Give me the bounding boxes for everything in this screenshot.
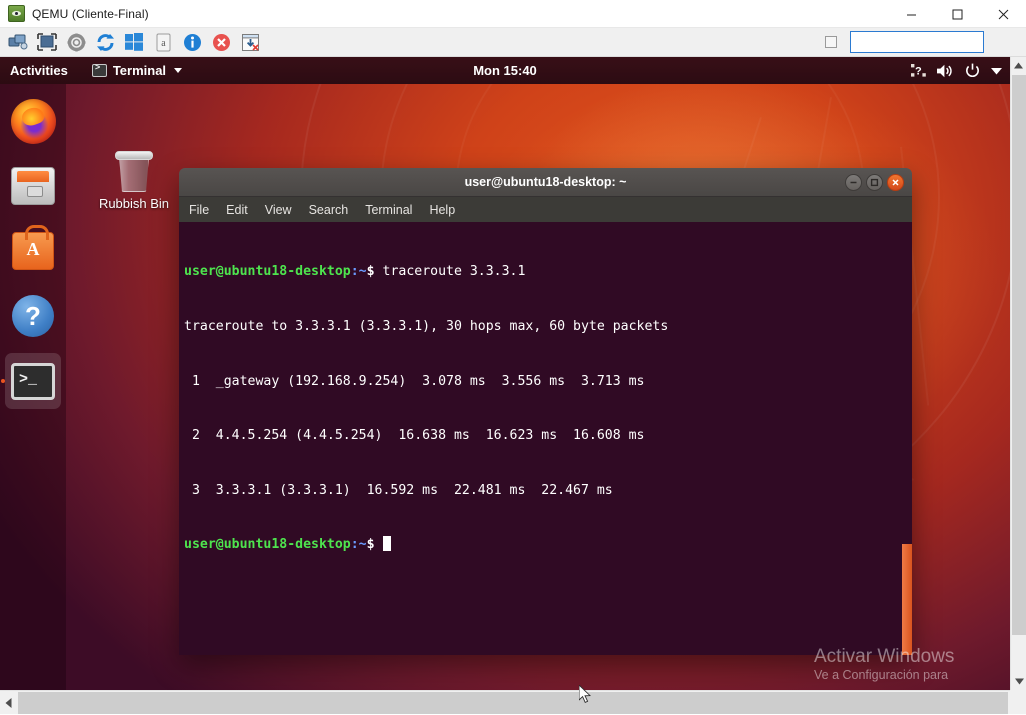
desktop-icon-label: Rubbish Bin: [96, 196, 172, 211]
menu-terminal[interactable]: Terminal: [365, 203, 412, 217]
help-icon: ?: [12, 295, 54, 337]
dock-item-files[interactable]: [5, 158, 61, 214]
capture-window-icon[interactable]: [237, 30, 263, 55]
terminal-title: user@ubuntu18-desktop: ~: [465, 175, 627, 189]
close-button[interactable]: [980, 0, 1026, 28]
fullscreen-icon[interactable]: [34, 30, 60, 55]
files-icon: [11, 167, 55, 205]
dock-item-terminal[interactable]: [5, 353, 61, 409]
terminal-titlebar[interactable]: user@ubuntu18-desktop: ~: [179, 168, 912, 197]
status-area[interactable]: ?: [911, 63, 1002, 78]
host-toolbar: a: [0, 28, 1026, 57]
terminal-command: traceroute 3.3.3.1: [375, 264, 526, 279]
windows-icon[interactable]: [121, 30, 147, 55]
prompt-symbol: $: [367, 537, 375, 552]
minimize-button[interactable]: [888, 0, 934, 28]
prompt-path: :~: [351, 537, 367, 552]
dock-item-software[interactable]: [5, 223, 61, 279]
terminal-line: 2 4.4.5.254 (4.4.5.254) 16.638 ms 16.623…: [184, 427, 904, 445]
terminal-minimize-button[interactable]: [845, 174, 862, 191]
mouse-cursor: [579, 685, 591, 704]
document-icon[interactable]: a: [150, 30, 176, 55]
dock-item-firefox[interactable]: [5, 93, 61, 149]
scrollbar-corner: [1010, 690, 1026, 714]
terminal-line: traceroute to 3.3.3.1 (3.3.3.1), 30 hops…: [184, 318, 904, 336]
terminal-output-area[interactable]: user@ubuntu18-desktop:~$ traceroute 3.3.…: [179, 222, 912, 655]
menu-search[interactable]: Search: [309, 203, 349, 217]
terminal-line: 1 _gateway (192.168.9.254) 3.078 ms 3.55…: [184, 373, 904, 391]
menu-help[interactable]: Help: [429, 203, 455, 217]
terminal-icon: [11, 363, 55, 400]
terminal-scrollbar[interactable]: [902, 544, 912, 655]
prompt-user: user@ubuntu18-desktop: [184, 537, 351, 552]
terminal-line: user@ubuntu18-desktop:~$ traceroute 3.3.…: [184, 263, 904, 281]
chevron-down-icon[interactable]: [991, 67, 1002, 75]
terminal-cursor: [383, 536, 391, 551]
terminal-window[interactable]: user@ubuntu18-desktop: ~ File Edit Vie: [179, 168, 912, 655]
host-window-controls: [888, 0, 1026, 28]
toolbar-text-input[interactable]: [850, 31, 984, 53]
host-window-title: QEMU (Cliente-Final): [32, 7, 149, 21]
toolbar-checkbox[interactable]: [825, 36, 837, 48]
refresh-icon[interactable]: [92, 30, 118, 55]
horizontal-scrollbar[interactable]: [0, 690, 1026, 714]
terminal-close-button[interactable]: [887, 174, 904, 191]
qemu-host-window: QEMU (Cliente-Final): [0, 0, 1026, 714]
dock-item-help[interactable]: ?: [5, 288, 61, 344]
machine-icon[interactable]: [5, 30, 31, 55]
scroll-up-arrow-icon[interactable]: [1011, 57, 1026, 74]
horizontal-scroll-thumb[interactable]: [18, 692, 1008, 714]
terminal-maximize-button[interactable]: [866, 174, 883, 191]
prompt-symbol: $: [367, 264, 375, 279]
cancel-icon[interactable]: [208, 30, 234, 55]
terminal-line: user@ubuntu18-desktop:~$: [184, 536, 904, 554]
maximize-button[interactable]: [934, 0, 980, 28]
qemu-icon: [8, 5, 25, 22]
desktop-icon-rubbish-bin[interactable]: Rubbish Bin: [96, 149, 172, 211]
ubuntu-software-icon: [12, 232, 54, 270]
vertical-scrollbar[interactable]: [1010, 57, 1026, 690]
gnome-topbar: Activities Terminal Mon 15:40 ?: [0, 57, 1010, 84]
watermark-line-2: Ve a Configuración para: [814, 668, 1004, 684]
clock[interactable]: Mon 15:40: [0, 63, 1010, 78]
watermark-line-1: Activar Windows: [814, 645, 1004, 669]
terminal-window-controls: [845, 168, 904, 197]
prompt-user: user@ubuntu18-desktop: [184, 264, 351, 279]
power-icon[interactable]: [965, 63, 980, 78]
trash-icon: [115, 149, 153, 193]
volume-icon[interactable]: [937, 64, 954, 78]
svg-text:a: a: [161, 38, 166, 49]
terminal-menubar: File Edit View Search Terminal Help: [179, 197, 912, 222]
keyboard-input-icon[interactable]: ?: [911, 64, 926, 77]
running-indicator-dot: [1, 379, 5, 383]
windows-activation-watermark: Activar Windows Ve a Configuración para: [814, 645, 1004, 684]
settings-gear-icon[interactable]: [63, 30, 89, 55]
ubuntu-dock: ?: [0, 84, 66, 690]
menu-edit[interactable]: Edit: [226, 203, 248, 217]
info-icon[interactable]: [179, 30, 205, 55]
menu-file[interactable]: File: [189, 203, 209, 217]
menu-view[interactable]: View: [265, 203, 292, 217]
host-titlebar: QEMU (Cliente-Final): [0, 0, 1026, 28]
scroll-left-arrow-icon[interactable]: [0, 691, 17, 715]
prompt-path: :~: [351, 264, 367, 279]
firefox-icon: [11, 99, 56, 144]
toolbar-right-group: [825, 31, 984, 53]
vertical-scroll-thumb[interactable]: [1012, 75, 1026, 635]
svg-text:?: ?: [915, 65, 922, 77]
terminal-line: 3 3.3.3.1 (3.3.3.1) 16.592 ms 22.481 ms …: [184, 482, 904, 500]
scroll-down-arrow-icon[interactable]: [1011, 673, 1026, 690]
vm-viewport[interactable]: Activities Terminal Mon 15:40 ?: [0, 57, 1010, 690]
